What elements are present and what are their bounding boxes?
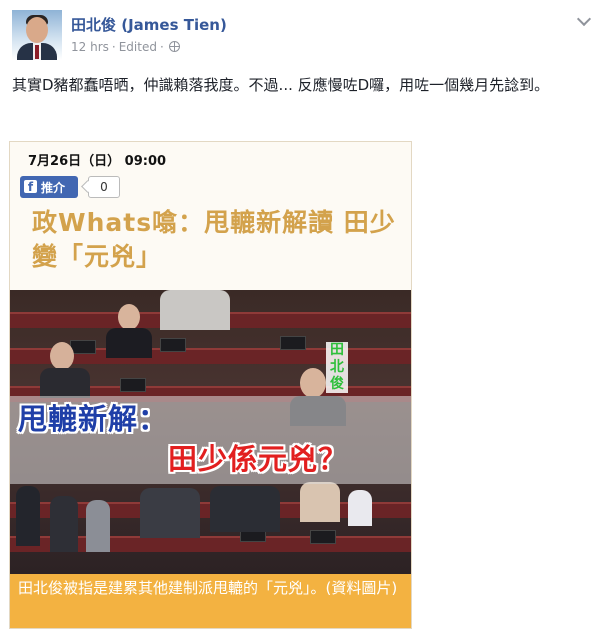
post-timestamp[interactable]: 12 hrs bbox=[71, 40, 109, 54]
chevron-down-icon[interactable] bbox=[576, 11, 592, 27]
shared-image[interactable]: 7月26日（日） 09:00 f 推介 0 政Whats噏：甩轆新解讀 田少變「… bbox=[9, 141, 412, 629]
legco-photo: 田北俊 甩轆新解： 田少係元兇？ bbox=[10, 290, 411, 574]
like-button[interactable]: f 推介 bbox=[20, 176, 78, 198]
facebook-icon: f bbox=[24, 180, 37, 194]
article-datetime: 7月26日（日） 09:00 bbox=[28, 154, 167, 169]
post-header: 田北俊 (James Tien) 12 hrs · Edited · bbox=[12, 10, 597, 66]
overlay-title-line1: 甩轆新解： bbox=[18, 402, 169, 436]
globe-icon[interactable] bbox=[168, 41, 180, 52]
like-count: 0 bbox=[88, 176, 120, 198]
overlay-title-line2: 田少係元兇？ bbox=[168, 442, 349, 476]
avatar[interactable] bbox=[12, 10, 62, 60]
edited-label[interactable]: Edited bbox=[119, 40, 157, 54]
post-meta: 12 hrs · Edited · bbox=[71, 40, 180, 54]
author-name-link[interactable]: 田北俊 (James Tien) bbox=[71, 14, 227, 35]
image-caption: 田北俊被指是建累其他建制派甩轆的「元兇」。(資料圖片) bbox=[10, 574, 411, 628]
post-text: 其實D豬都蠢唔晒，仲識賴落我度。不過... 反應慢咗D囉，用咗一個幾月先諗到。 bbox=[12, 76, 550, 94]
photo-name-label: 田北俊 bbox=[326, 342, 348, 393]
like-label: 推介 bbox=[41, 181, 66, 195]
article-headline: 政Whats噏：甩轆新解讀 田少變「元兇」 bbox=[32, 208, 396, 271]
